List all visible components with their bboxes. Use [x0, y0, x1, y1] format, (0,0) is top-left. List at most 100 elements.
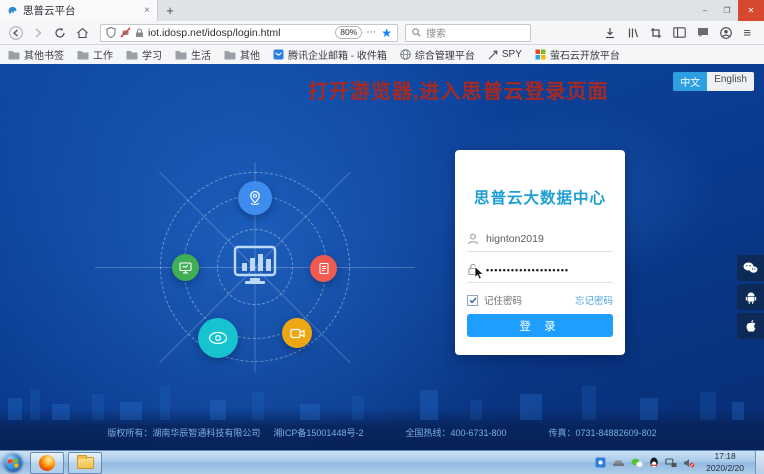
bookmark-spy[interactable]: SPY [488, 49, 522, 60]
footer-copyright: 版权所有：湖南华辰智通科技有限公司 [107, 426, 260, 439]
android-button[interactable] [737, 284, 764, 310]
page-actions-icon[interactable]: ⋯ [366, 27, 377, 38]
tab-favicon [7, 5, 18, 16]
minimize-button[interactable]: – [694, 0, 716, 21]
tray-app-icon[interactable] [595, 457, 606, 468]
check-icon [469, 297, 477, 304]
bookmark-ezviz-open-platform[interactable]: 萤石云开放平台 [535, 47, 620, 62]
forgot-password-link[interactable]: 忘记密码 [575, 293, 613, 307]
bookmark-folder-life[interactable]: 生活 [175, 47, 211, 62]
tray-volume-muted-icon[interactable] [683, 458, 695, 468]
annotation-text: 打开游览器,进入思普云登录页面 [308, 75, 609, 104]
lang-chinese-button[interactable]: 中文 [673, 72, 707, 91]
dashboard-monitor-icon [233, 245, 277, 285]
system-tray: 17:18 2020/2/20 [595, 451, 764, 474]
show-desktop-button[interactable] [755, 451, 764, 474]
taskbar-explorer-button[interactable] [68, 452, 102, 474]
taskbar-firefox-button[interactable] [30, 452, 64, 474]
tab-sipu-cloud[interactable]: 思普云平台 × [0, 0, 158, 21]
bookmark-folder-misc[interactable]: 其他 [224, 47, 260, 62]
url-text[interactable]: iot.idosp.net/idosp/login.html [148, 27, 331, 39]
url-bar[interactable]: iot.idosp.net/idosp/login.html 80% ⋯ ★ [100, 24, 398, 42]
video-camera-icon [290, 328, 305, 339]
sidebar-icon[interactable] [673, 27, 686, 38]
account-icon[interactable] [720, 27, 732, 39]
monitor-bubble [172, 254, 199, 281]
explorer-folder-icon [77, 457, 94, 469]
bookmark-folder-other-bookmarks[interactable]: 其他书签 [8, 47, 64, 62]
tab-close-icon[interactable]: × [144, 5, 150, 16]
apple-button[interactable] [737, 313, 764, 339]
remember-checkbox[interactable] [467, 295, 478, 306]
folder-icon [175, 50, 187, 60]
maximize-button[interactable]: ❐ [716, 0, 738, 21]
firefox-icon [39, 455, 55, 471]
password-value[interactable]: •••••••••••••••••••• [486, 265, 569, 275]
username-field[interactable]: hignton2019 [467, 226, 613, 252]
taskbar-clock[interactable]: 17:18 2020/2/20 [701, 451, 749, 473]
footer-fax: 传真：0731-84882609-802 [549, 426, 657, 439]
reload-icon [54, 27, 66, 39]
search-icon [412, 28, 421, 37]
eye-icon [208, 331, 228, 345]
password-field[interactable]: •••••••••••••••••••• [467, 257, 613, 283]
zoom-level-badge[interactable]: 80% [335, 26, 362, 39]
plugin-blocked-icon [120, 27, 131, 38]
new-tab-button[interactable]: + [158, 0, 182, 21]
search-input[interactable]: 搜索 [405, 24, 531, 42]
back-icon [9, 26, 23, 40]
login-button[interactable]: 登 录 [467, 314, 613, 337]
android-icon [745, 291, 757, 304]
menu-icon[interactable]: ≡ [743, 26, 751, 39]
mail-icon [273, 49, 284, 60]
desktop-screen: 思普云平台 × + – ❐ ✕ iot.idosp.net/idosp/logi… [0, 0, 764, 474]
side-float-bar [737, 255, 764, 339]
folder-icon [126, 50, 138, 60]
tray-wechat-icon[interactable] [631, 458, 643, 468]
bookmark-management-platform[interactable]: 综合管理平台 [400, 47, 475, 62]
bookmark-folder-work[interactable]: 工作 [77, 47, 113, 62]
bookmarks-bar: 其他书签 工作 学习 生活 其他 腾讯企业邮箱 - 收件箱 综合管理平台 SP [0, 45, 764, 64]
folder-icon [224, 50, 236, 60]
reload-button[interactable] [49, 23, 71, 43]
start-button[interactable] [3, 453, 23, 473]
messages-icon[interactable] [697, 27, 709, 38]
remember-label[interactable]: 记住密码 [484, 293, 522, 307]
lock-icon [135, 28, 144, 38]
eye-bubble [198, 318, 238, 358]
forward-button[interactable] [27, 23, 49, 43]
bookmark-tencent-mail[interactable]: 腾讯企业邮箱 - 收件箱 [273, 47, 387, 62]
footer-icp[interactable]: 湘ICP备15001448号-2 [273, 426, 363, 439]
toolbar-icons: ≡ [604, 26, 759, 39]
city-skyline [0, 376, 764, 420]
wechat-button[interactable] [737, 255, 764, 281]
camera-bubble [282, 318, 312, 348]
bookmark-folder-study[interactable]: 学习 [126, 47, 162, 62]
tray-qq-icon[interactable] [649, 457, 659, 469]
tray-device-icon[interactable] [612, 458, 625, 467]
screenshot-icon[interactable] [650, 27, 662, 39]
location-icon [247, 190, 263, 206]
wechat-icon [743, 262, 758, 274]
forward-icon [32, 27, 44, 39]
footer-hotline: 全国热线：400-6731-800 [405, 426, 506, 439]
back-button[interactable] [5, 23, 27, 43]
tray-network-icon[interactable] [665, 458, 677, 468]
home-icon [76, 27, 89, 39]
grid-icon [535, 49, 546, 60]
bookmark-star-icon[interactable]: ★ [381, 27, 392, 39]
document-bubble [310, 255, 337, 282]
lang-english-button[interactable]: English [707, 72, 754, 91]
library-icon[interactable] [627, 27, 639, 39]
login-title: 思普云大数据中心 [455, 186, 625, 208]
folder-icon [8, 50, 20, 60]
globe-icon [400, 49, 411, 60]
tracking-shield-icon [106, 27, 116, 38]
download-icon[interactable] [604, 27, 616, 39]
home-button[interactable] [71, 23, 93, 43]
username-value[interactable]: hignton2019 [486, 233, 544, 245]
close-button[interactable]: ✕ [738, 0, 764, 21]
login-card: 思普云大数据中心 hignton2019 •••••••••••••••••••… [455, 150, 625, 355]
language-toggle: 中文 English [673, 72, 754, 91]
screen-icon [179, 262, 192, 274]
